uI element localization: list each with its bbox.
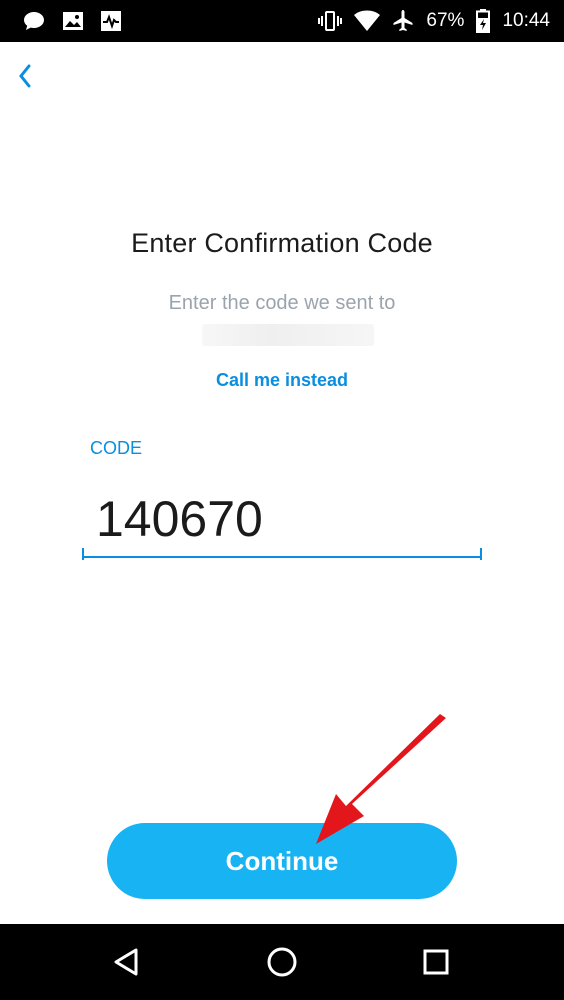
- input-underline-cap: [480, 548, 482, 560]
- battery-icon: [476, 9, 491, 33]
- continue-button[interactable]: Continue: [107, 823, 457, 899]
- redacted-phone-number: [202, 324, 374, 346]
- nav-recents-button[interactable]: [414, 942, 458, 986]
- clock: 10:44: [502, 10, 550, 31]
- code-input[interactable]: [84, 482, 482, 558]
- nav-back-button[interactable]: [104, 942, 148, 986]
- back-button[interactable]: [8, 58, 42, 98]
- nav-back-icon: [112, 947, 140, 982]
- vibrate-icon: [318, 9, 343, 33]
- message-icon: [22, 9, 46, 33]
- input-underline-cap: [82, 548, 84, 560]
- wifi-icon: [354, 10, 381, 32]
- nav-home-button[interactable]: [260, 942, 304, 986]
- subtitle: Enter the code we sent to: [168, 292, 396, 314]
- nav-home-icon: [266, 946, 298, 983]
- back-chevron-icon: [17, 63, 33, 94]
- code-label: CODE: [90, 438, 143, 458]
- image-icon: [62, 10, 84, 32]
- activity-icon: [100, 10, 122, 32]
- navigation-bar: [0, 924, 564, 1000]
- airplane-icon: [392, 9, 414, 33]
- page-title: Enter Confirmation Code: [131, 228, 433, 258]
- notification-icons: [22, 9, 122, 33]
- call-me-instead-link[interactable]: Call me instead: [0, 370, 564, 391]
- status-bar: 67% 10:44: [0, 0, 564, 42]
- nav-recents-icon: [423, 949, 449, 980]
- battery-percent: 67%: [426, 10, 465, 31]
- system-icons: 67% 10:44: [318, 0, 550, 42]
